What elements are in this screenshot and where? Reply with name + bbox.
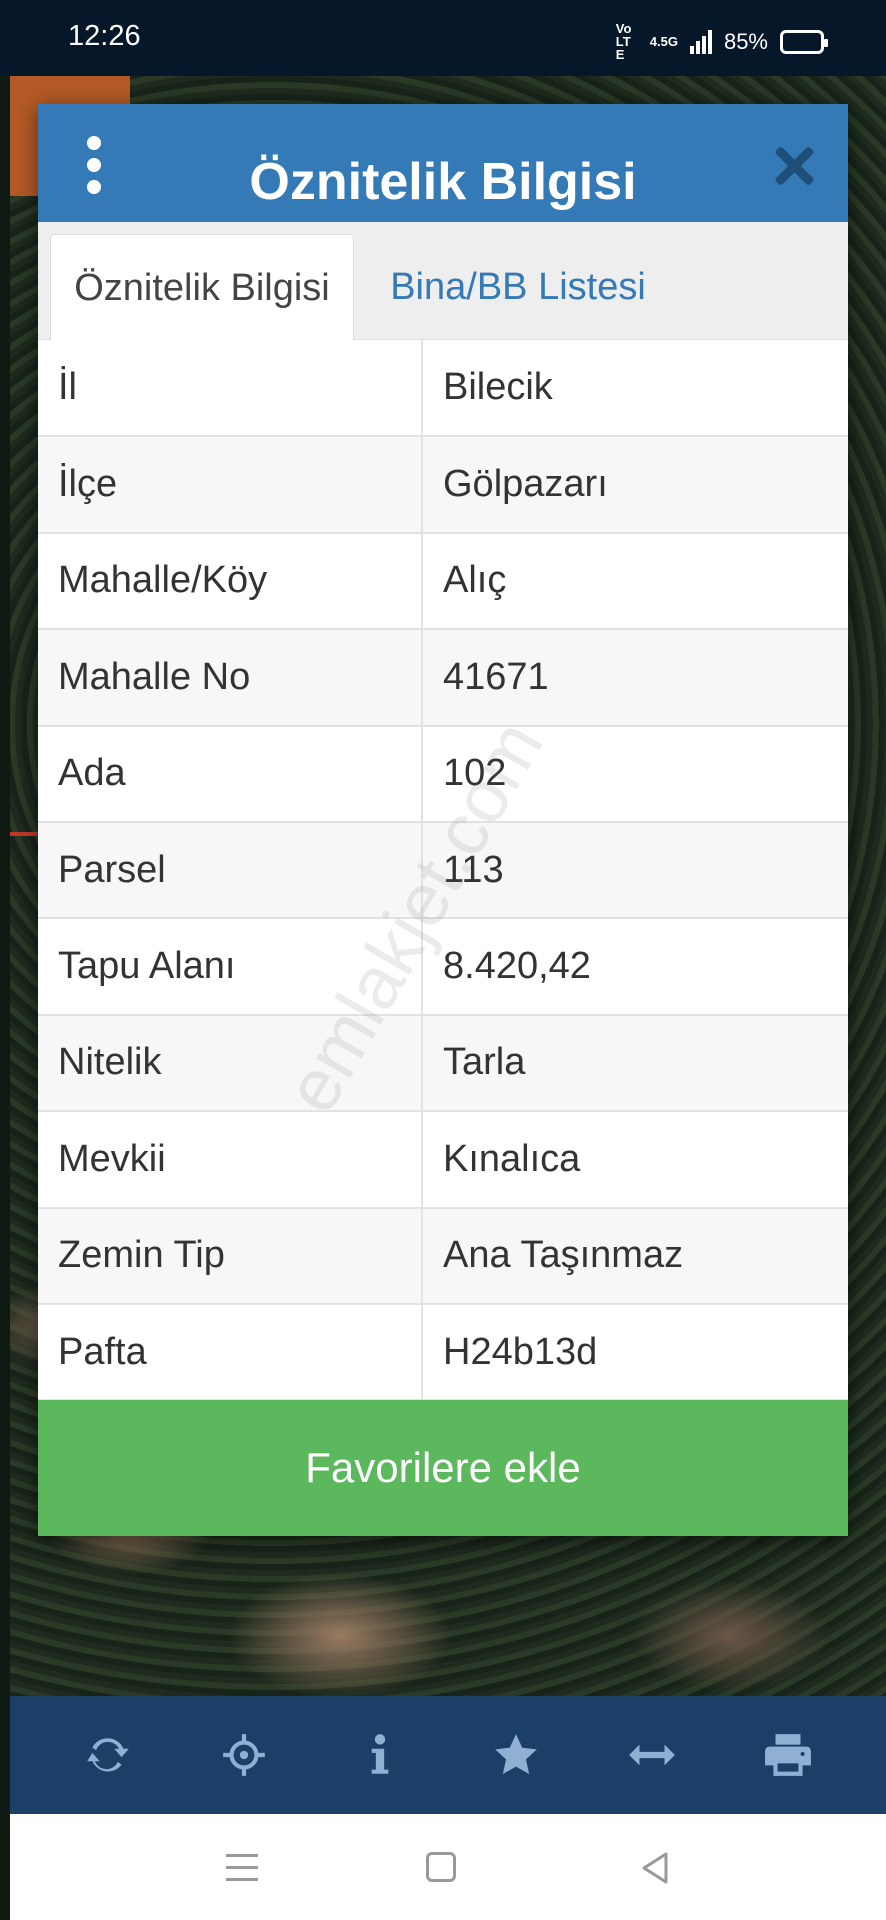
table-row: Mahalle No 41671 xyxy=(38,629,848,727)
table-row: İl Bilecik xyxy=(38,340,848,438)
add-to-favorites-button[interactable]: Favorilere ekle xyxy=(38,1400,848,1536)
map-parcel-line xyxy=(10,832,40,836)
attribute-value: Alıç xyxy=(422,532,848,631)
crosshair-icon[interactable] xyxy=(214,1725,274,1785)
status-bar: 12:26 Vo LTE 4.5G 85% xyxy=(0,0,886,76)
dialog-tabs: Öznitelik Bilgisi Bina/BB Listesi xyxy=(38,222,848,341)
attribute-key: Ada xyxy=(38,725,423,823)
bottom-toolbar xyxy=(10,1696,886,1814)
table-row: Tapu Alanı 8.420,42 xyxy=(38,918,848,1016)
attribute-value: Gölpazarı xyxy=(422,436,848,534)
attribute-table: İl Bilecik İlçe Gölpazarı Mahalle/Köy Alıç Mah… xyxy=(38,340,848,1402)
refresh-icon[interactable] xyxy=(78,1725,138,1785)
attribute-value: Kınalıca xyxy=(422,1111,848,1209)
attribute-value: 102 xyxy=(422,725,848,823)
attribute-key: Zemin Tip xyxy=(38,1207,423,1305)
network-type: 4.5G xyxy=(649,34,678,49)
attribute-key: Mahalle/Köy xyxy=(38,532,423,631)
recent-apps-button[interactable] xyxy=(222,1846,266,1890)
battery-percent: 85% xyxy=(723,28,768,54)
table-row: Nitelik Tarla xyxy=(38,1014,848,1113)
attribute-key: Mevkii xyxy=(38,1111,423,1209)
attribute-value: Tarla xyxy=(422,1014,848,1113)
attribute-key: İl xyxy=(38,340,423,438)
table-row: Mevkii Kınalıca xyxy=(38,1111,848,1209)
attribute-dialog: Öznitelik Bilgisi Öznitelik Bilgisi Bina… xyxy=(38,104,848,1536)
status-time: 12:26 xyxy=(68,20,141,52)
attribute-value: 8.420,42 xyxy=(422,918,848,1016)
tab-attribute-info[interactable]: Öznitelik Bilgisi xyxy=(50,234,354,341)
table-row: Parsel 113 xyxy=(38,821,848,920)
table-row: İlçe Gölpazarı xyxy=(38,436,848,534)
attribute-key: İlçe xyxy=(38,436,423,534)
back-button[interactable] xyxy=(634,1846,678,1890)
dialog-header: Öznitelik Bilgisi xyxy=(38,104,848,222)
attribute-value: H24b13d xyxy=(422,1303,848,1402)
table-row: Ada 102 xyxy=(38,725,848,823)
volte-indicator: Vo LTE xyxy=(615,21,632,62)
status-icons: Vo LTE 4.5G 85% xyxy=(615,21,828,62)
attribute-value: 113 xyxy=(422,821,848,920)
attribute-value: Ana Taşınmaz xyxy=(422,1207,848,1305)
dialog-title: Öznitelik Bilgisi xyxy=(249,153,637,211)
attribute-key: Parsel xyxy=(38,821,423,920)
attribute-key: Nitelik xyxy=(38,1014,423,1113)
table-row: Pafta H24b13d xyxy=(38,1303,848,1402)
tab-building-list[interactable]: Bina/BB Listesi xyxy=(368,234,668,341)
attribute-value: 41671 xyxy=(422,629,848,727)
signal-icon xyxy=(689,29,712,54)
table-row: Zemin Tip Ana Taşınmaz xyxy=(38,1207,848,1305)
close-icon[interactable] xyxy=(770,142,818,190)
attribute-key: Pafta xyxy=(38,1303,423,1402)
info-icon[interactable] xyxy=(350,1725,410,1785)
measure-arrows-icon[interactable] xyxy=(622,1725,682,1785)
attribute-value: Bilecik xyxy=(422,340,848,438)
star-icon[interactable] xyxy=(486,1725,546,1785)
attribute-key: Mahalle No xyxy=(38,629,423,727)
system-nav-bar xyxy=(10,1814,886,1920)
attribute-key: Tapu Alanı xyxy=(38,918,423,1016)
table-row: Mahalle/Köy Alıç xyxy=(38,532,848,631)
battery-icon xyxy=(780,29,828,54)
print-icon[interactable] xyxy=(758,1725,818,1785)
home-button[interactable] xyxy=(426,1852,456,1882)
